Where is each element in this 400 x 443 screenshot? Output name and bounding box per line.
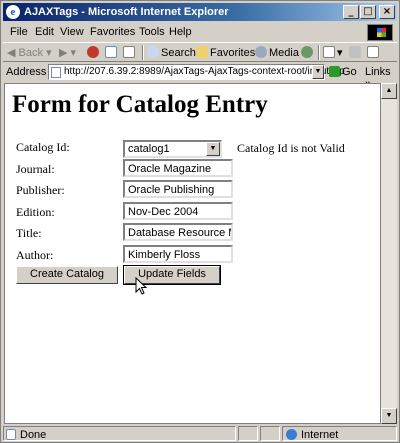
search-label: Search — [161, 47, 196, 59]
go-button[interactable]: Go — [329, 66, 357, 78]
page-heading: Form for Catalog Entry — [12, 91, 268, 118]
menu-favorites[interactable]: Favorites — [90, 26, 135, 38]
search-button[interactable]: Search — [147, 46, 196, 59]
media-label: Media — [269, 47, 299, 59]
catalog-id-select[interactable]: catalog1 ▼ — [123, 140, 222, 158]
catalog-id-label: Catalog Id: — [16, 140, 70, 154]
menu-help[interactable]: Help — [169, 26, 192, 38]
zone-text: Internet — [301, 429, 339, 441]
toolbar-separator — [318, 45, 320, 60]
menu-tools[interactable]: Tools — [139, 26, 165, 38]
print-icon[interactable] — [349, 46, 363, 59]
address-dropdown-icon[interactable]: ▼ — [312, 65, 324, 79]
windows-logo-icon — [367, 24, 393, 41]
address-url[interactable]: http://207.6.39.2:8989/AjaxTags-AjaxTags… — [64, 66, 345, 77]
close-button[interactable]: × — [379, 5, 395, 19]
status-page-icon — [6, 429, 18, 441]
favorites-button[interactable]: Favorites — [196, 46, 255, 59]
catalog-id-error: Catalog Id is not Valid — [237, 141, 345, 155]
status-pane: Done — [3, 426, 236, 441]
back-arrow-icon: ◀ — [7, 47, 16, 59]
publisher-input[interactable]: Oracle Publishing — [123, 180, 233, 198]
address-bar: Address http://207.6.39.2:8989/AjaxTags-… — [3, 63, 397, 90]
vertical-scrollbar[interactable]: ▲ ▼ — [381, 83, 397, 424]
title-bar[interactable]: e AJAXTags - Microsoft Internet Explorer… — [3, 3, 397, 21]
favorites-icon — [196, 46, 208, 58]
back-dropdown-icon[interactable]: ▾ — [46, 47, 52, 59]
author-input[interactable]: Kimberly Floss — [123, 245, 233, 263]
media-icon — [255, 46, 267, 58]
catalog-id-value: catalog1 — [128, 143, 170, 155]
links-label: Links — [365, 66, 391, 78]
title-input[interactable]: Database Resource Ma — [123, 223, 233, 241]
menu-file[interactable]: File — [10, 26, 28, 38]
title-label: Title: — [16, 226, 42, 240]
ie-logo-icon: e — [6, 5, 20, 19]
menu-view[interactable]: View — [60, 26, 84, 38]
edit-icon[interactable] — [367, 46, 381, 59]
edition-input[interactable]: Nov-Dec 2004 — [123, 202, 233, 220]
menu-edit[interactable]: Edit — [35, 26, 54, 38]
status-text: Done — [20, 429, 47, 441]
mouse-cursor-icon — [135, 277, 148, 295]
toolbar-separator — [142, 45, 144, 60]
menu-bar: File Edit View Favorites Tools Help — [3, 23, 397, 41]
scroll-up-icon[interactable]: ▲ — [381, 83, 397, 99]
create-catalog-button[interactable]: Create Catalog — [16, 266, 118, 284]
edition-label: Edition: — [16, 205, 55, 219]
journal-label: Journal: — [16, 162, 55, 176]
search-icon — [147, 46, 159, 58]
forward-button[interactable]: ▶ ▾ — [59, 46, 76, 59]
address-input[interactable]: http://207.6.39.2:8989/AjaxTags-AjaxTags… — [48, 64, 345, 80]
zone-pane: Internet — [282, 426, 397, 441]
status-pane-empty — [260, 426, 280, 441]
standard-toolbar: ◀ Back ▾ ▶ ▾ Search Favorites Media ▾ — [3, 42, 397, 62]
browser-window: e AJAXTags - Microsoft Internet Explorer… — [0, 0, 400, 443]
publisher-label: Publisher: — [16, 183, 65, 197]
history-icon[interactable] — [301, 46, 315, 59]
mail-icon[interactable]: ▾ — [323, 46, 343, 59]
back-label: Back — [18, 47, 43, 59]
author-label: Author: — [16, 248, 54, 262]
home-icon[interactable] — [123, 46, 137, 59]
page-content: Form for Catalog Entry Catalog Id: catal… — [4, 83, 381, 424]
minimize-button[interactable]: _ — [343, 5, 359, 19]
window-title: AJAXTags - Microsoft Internet Explorer — [24, 6, 229, 18]
media-button[interactable]: Media — [255, 46, 299, 59]
go-label: Go — [342, 66, 357, 78]
status-bar: Done Internet — [3, 425, 397, 442]
page-icon — [51, 67, 61, 78]
back-button[interactable]: ◀ Back ▾ — [7, 46, 52, 59]
scroll-down-icon[interactable]: ▼ — [381, 408, 397, 424]
chevron-down-icon[interactable]: ▼ — [206, 142, 220, 156]
refresh-icon[interactable] — [105, 46, 119, 59]
journal-input[interactable]: Oracle Magazine — [123, 159, 233, 177]
status-pane-empty — [238, 426, 258, 441]
maximize-button[interactable]: □ — [360, 5, 376, 19]
globe-icon — [286, 429, 299, 441]
stop-icon[interactable] — [87, 46, 101, 59]
address-label: Address — [6, 66, 47, 78]
go-arrow-icon — [329, 66, 340, 77]
favorites-label: Favorites — [210, 47, 256, 59]
